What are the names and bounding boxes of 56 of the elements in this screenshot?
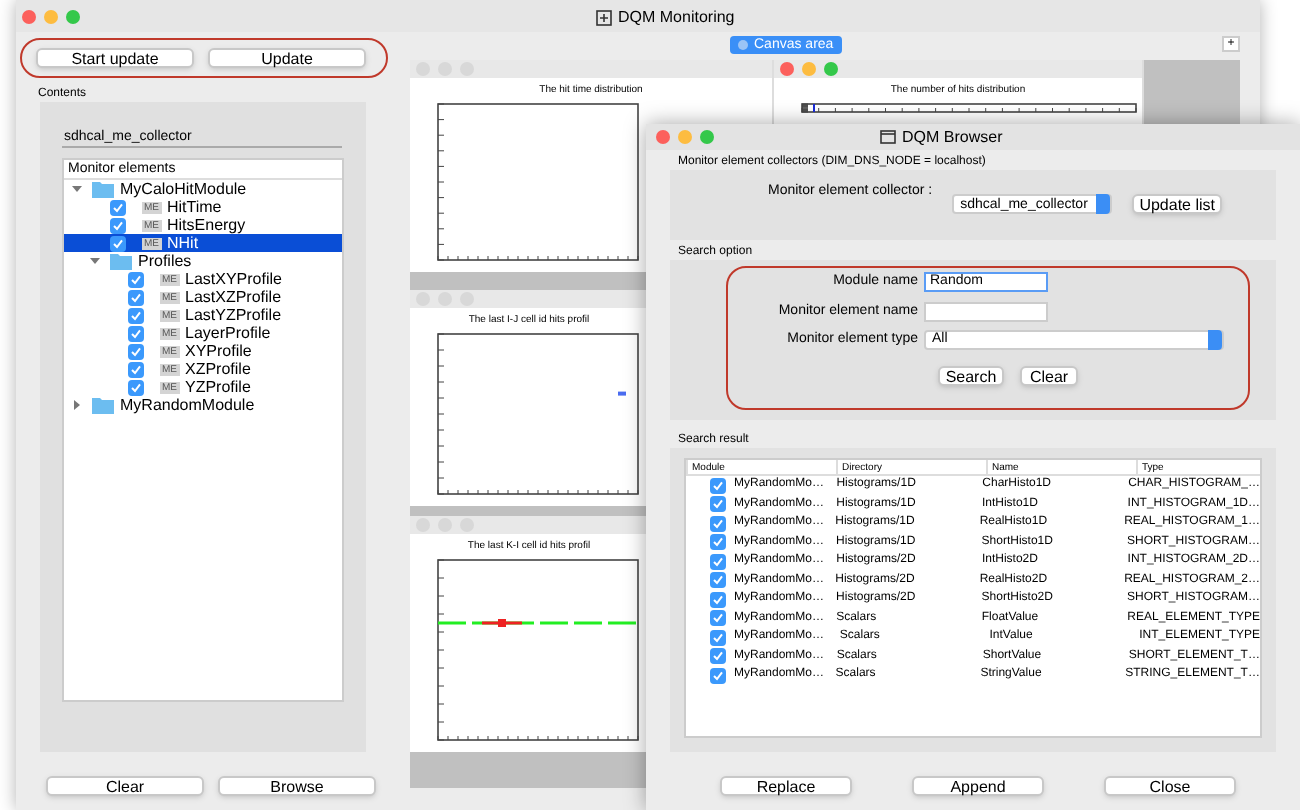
folder-icon: [92, 180, 114, 198]
checkbox[interactable]: [710, 553, 726, 570]
tree-item-label: HitsEnergy: [167, 216, 246, 234]
tree-item[interactable]: Profiles: [138, 252, 192, 270]
folder-icon: [92, 396, 114, 414]
checkbox[interactable]: [710, 667, 726, 684]
window-title: DQM Browser: [902, 128, 1003, 146]
close-icon[interactable]: [738, 40, 748, 50]
tree-item-label: LayerProfile: [185, 324, 271, 342]
push-button[interactable]: Close: [1104, 776, 1236, 796]
checkbox[interactable]: [710, 572, 726, 589]
dropdown-icon: [1208, 329, 1222, 349]
window-icon: [880, 130, 896, 144]
checkbox[interactable]: [710, 534, 726, 551]
tree-item-label: XZProfile: [185, 360, 251, 378]
checkbox[interactable]: [110, 199, 126, 215]
checkbox[interactable]: [128, 361, 144, 377]
tree-item-label: YZProfile: [185, 378, 251, 396]
push-button[interactable]: Replace: [720, 776, 852, 796]
expander-icon[interactable]: [72, 184, 86, 194]
checkbox[interactable]: [110, 217, 126, 233]
tree-item[interactable]: MyCaloHitModule: [120, 180, 247, 198]
checkbox[interactable]: [710, 591, 726, 608]
checkbox[interactable]: [710, 477, 726, 494]
tree-item-label: LastXYProfile: [185, 270, 282, 288]
push-button[interactable]: Clear: [46, 776, 204, 796]
tree-item-label: HitTime: [167, 198, 222, 216]
update-list-button[interactable]: Update list: [1132, 194, 1223, 214]
checkbox[interactable]: [710, 648, 726, 665]
tree-item-label: NHit: [167, 234, 199, 252]
checkbox[interactable]: [710, 629, 726, 646]
checkbox[interactable]: [128, 307, 144, 323]
checkbox[interactable]: [710, 496, 726, 513]
checkbox[interactable]: [128, 289, 144, 305]
push-button[interactable]: Browse: [218, 776, 376, 796]
dropdown-icon: [1096, 194, 1111, 214]
search-button[interactable]: Search: [938, 366, 1004, 386]
checkbox[interactable]: [128, 379, 144, 395]
push-button[interactable]: Start update: [36, 48, 194, 68]
checkbox[interactable]: [128, 343, 144, 359]
checkbox[interactable]: [110, 235, 126, 251]
window-icon: [596, 9, 612, 25]
checkbox[interactable]: [710, 610, 726, 627]
push-button[interactable]: Append: [912, 776, 1044, 796]
tree-item-label: LastYZProfile: [185, 306, 282, 324]
tree-item[interactable]: MyRandomModule: [120, 396, 255, 414]
window-title: DQM Monitoring: [618, 8, 735, 26]
element-name-field[interactable]: [924, 301, 1048, 321]
tree-item-label: LastXZProfile: [185, 288, 282, 306]
clear-button[interactable]: Clear: [1020, 366, 1078, 386]
tree-item-label: XYProfile: [185, 342, 252, 360]
push-button[interactable]: Update: [208, 48, 366, 68]
checkbox[interactable]: [128, 271, 144, 287]
checkbox[interactable]: [128, 325, 144, 341]
expander-icon[interactable]: [90, 256, 104, 266]
checkbox[interactable]: [710, 515, 726, 532]
